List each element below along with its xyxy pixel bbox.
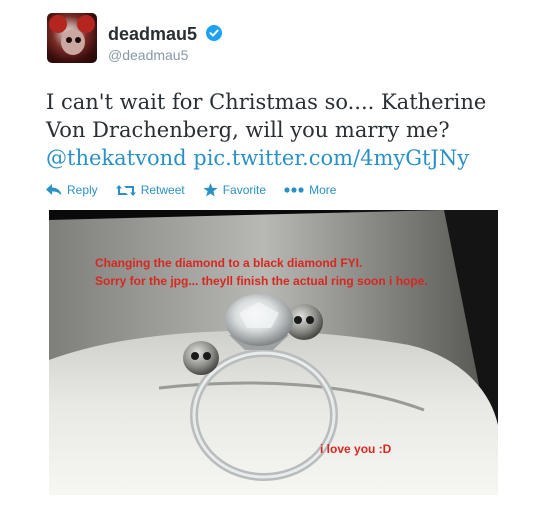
reply-button[interactable]: Reply [46, 183, 98, 197]
favorite-label: Favorite [222, 183, 267, 197]
retweet-icon [115, 184, 136, 196]
favorite-button[interactable]: Favorite [203, 183, 266, 197]
mention-link[interactable]: @thekatvond [46, 146, 187, 170]
star-icon [203, 183, 218, 197]
more-label: More [309, 183, 337, 197]
reply-label: Reply [67, 183, 98, 197]
ring-photo-image [49, 210, 498, 495]
tweet-text-line: Von Drachenberg, will you marry me? [46, 118, 450, 142]
avatar-ear-left [49, 15, 67, 33]
verified-badge-icon [206, 25, 222, 41]
tweet-links-line: @thekatvond pic.twitter.com/4myGtJNy [46, 144, 526, 172]
photo-caption: Changing the diamond to a black diamond … [95, 256, 363, 270]
display-name[interactable]: deadmau5 [108, 24, 197, 45]
photo-caption: i love you :D [320, 442, 392, 456]
retweet-button[interactable]: Retweet [115, 183, 185, 197]
avatar-eye-left [66, 37, 72, 43]
more-dots-icon [284, 187, 304, 193]
retweet-label: Retweet [140, 183, 185, 197]
user-handle[interactable]: @deadmau5 [108, 47, 188, 63]
tweet-text: I can't wait for Christmas so.... Kather… [46, 88, 526, 172]
tweet-photo[interactable]: Changing the diamond to a black diamond … [49, 210, 498, 495]
photo-caption: Sorry for the jpg... theyll finish the a… [95, 274, 428, 288]
pic-link[interactable]: pic.twitter.com/4myGtJNy [193, 146, 469, 170]
tweet-text-line: I can't wait for Christmas so.... Kather… [46, 90, 487, 114]
avatar-face [61, 29, 85, 55]
reply-icon [46, 184, 62, 196]
avatar-eye-right [75, 37, 81, 43]
avatar[interactable] [47, 13, 97, 63]
tweet-actions: Reply Retweet Favorite More [46, 181, 354, 199]
more-button[interactable]: More [284, 183, 336, 197]
